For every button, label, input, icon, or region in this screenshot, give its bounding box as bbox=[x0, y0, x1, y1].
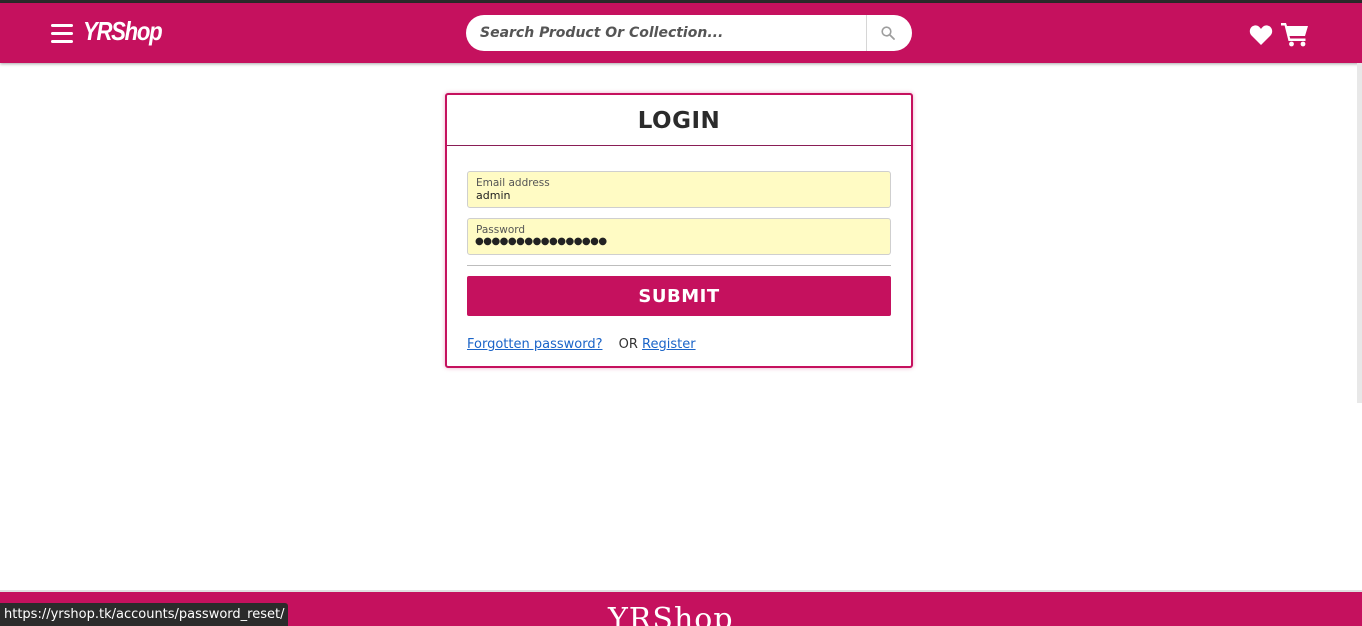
password-value: ●●●●●●●●●●●●●●●● bbox=[475, 236, 607, 247]
link-hover-status-url: https://yrshop.tk/accounts/password_rese… bbox=[0, 603, 289, 626]
or-separator: OR bbox=[618, 337, 638, 352]
forgot-password-link[interactable]: Forgotten password? bbox=[467, 337, 602, 352]
form-divider bbox=[467, 265, 891, 266]
search-icon bbox=[881, 26, 895, 40]
brand-logo[interactable]: YRShop bbox=[83, 16, 163, 47]
email-label: Email address bbox=[476, 177, 550, 189]
email-value: admin bbox=[476, 189, 511, 202]
login-title: LOGIN bbox=[447, 95, 911, 146]
search-button[interactable] bbox=[866, 15, 912, 51]
password-label: Password bbox=[476, 224, 526, 236]
hamburger-menu-icon[interactable] bbox=[51, 24, 73, 44]
register-link[interactable]: Register bbox=[642, 337, 696, 352]
submit-button[interactable]: SUBMIT bbox=[467, 276, 891, 316]
cart-icon[interactable] bbox=[1281, 21, 1309, 47]
top-navbar: YRShop bbox=[0, 3, 1362, 63]
password-field[interactable]: Password ●●●●●●●●●●●●●●●● bbox=[467, 218, 891, 255]
search-bar bbox=[466, 15, 912, 51]
heart-icon[interactable] bbox=[1249, 24, 1273, 46]
email-field[interactable]: Email address admin bbox=[467, 171, 891, 208]
login-card: LOGIN Email address admin Password ●●●●●… bbox=[445, 93, 913, 368]
page-scrollbar[interactable] bbox=[1357, 63, 1362, 403]
footer-brand: YRShop bbox=[608, 602, 734, 626]
auth-links: Forgotten password? OR Register bbox=[467, 337, 696, 352]
search-input[interactable] bbox=[466, 15, 866, 51]
